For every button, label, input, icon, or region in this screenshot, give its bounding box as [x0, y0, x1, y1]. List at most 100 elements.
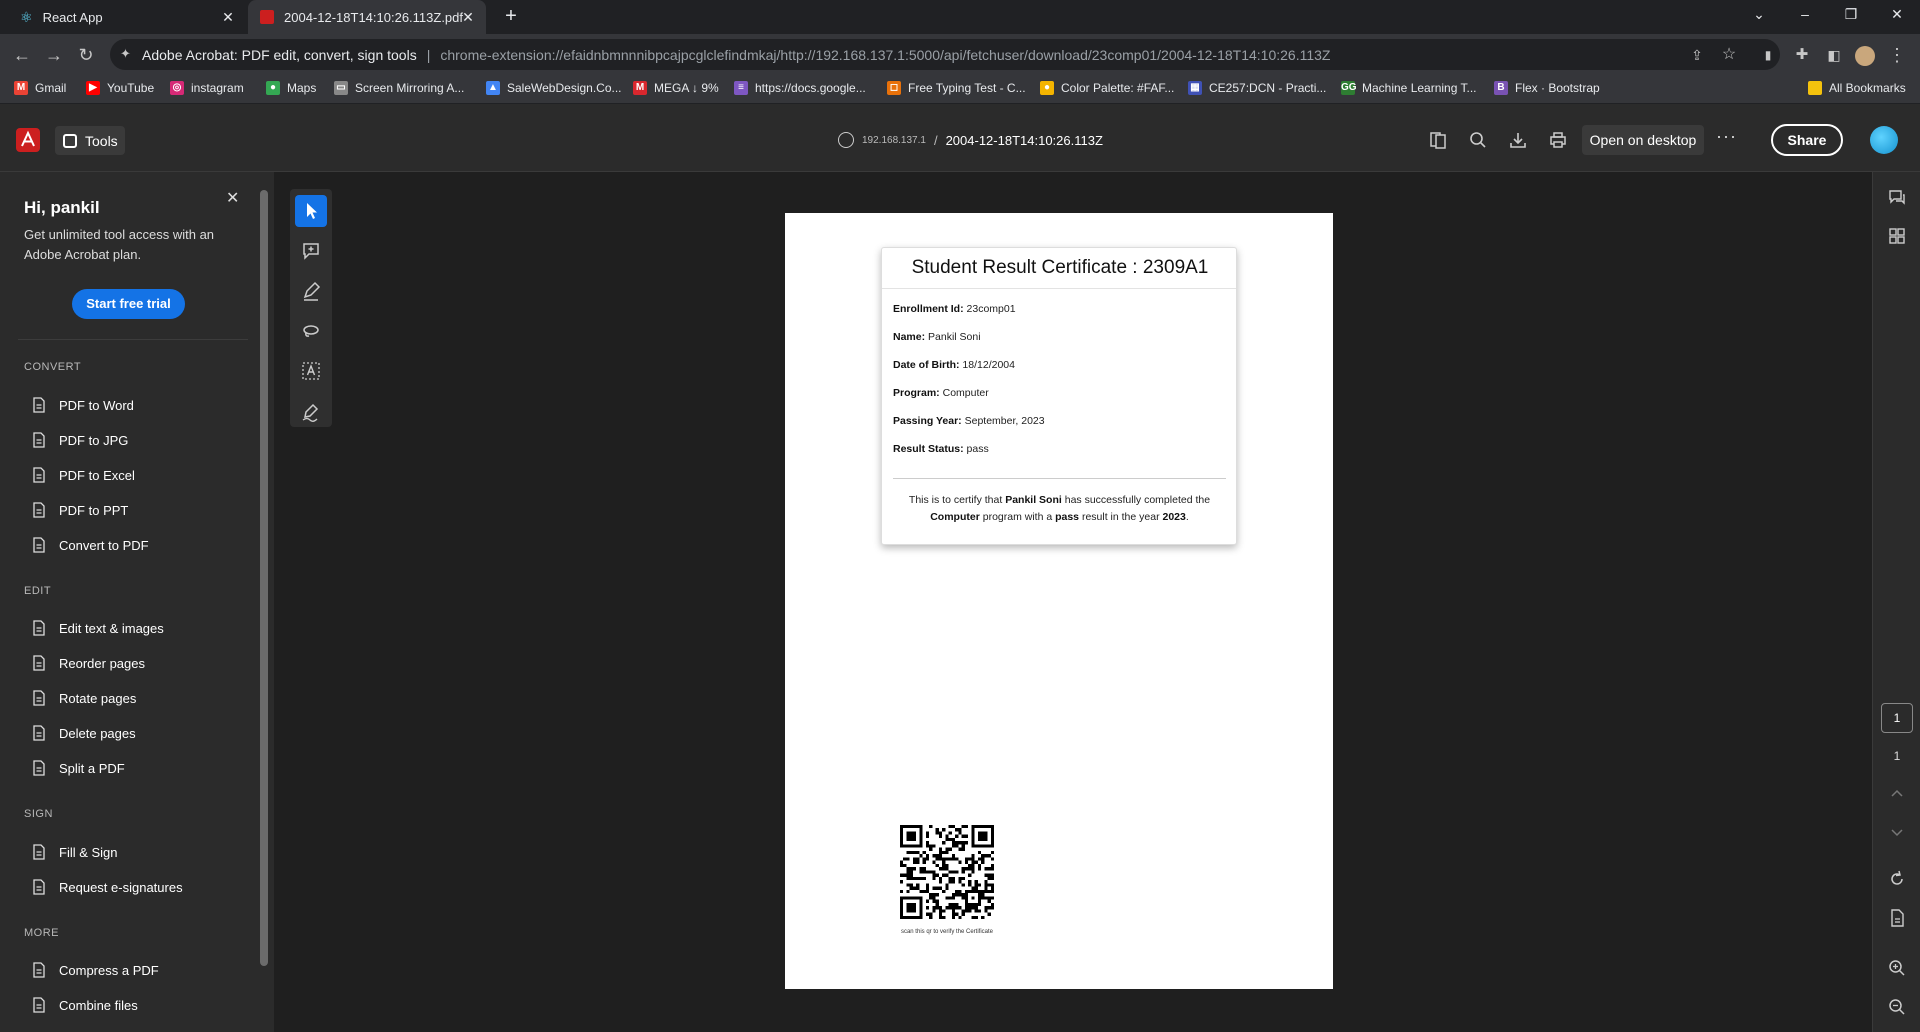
close-tab-icon[interactable]: ✕ [460, 9, 476, 25]
extension-icon[interactable]: ▮ [1756, 43, 1780, 67]
field-label: Result Status: [893, 443, 964, 455]
zoom-out-icon[interactable] [1887, 997, 1907, 1017]
section-edit: EDIT [24, 585, 52, 597]
back-button[interactable]: ← [10, 43, 34, 67]
tool-item-edit-1[interactable]: Reorder pages [30, 653, 145, 673]
tool-item-sign-1[interactable]: Request e-signatures [30, 877, 183, 897]
field-label: Program: [893, 387, 940, 399]
all-bookmarks-label: All Bookmarks [1829, 81, 1906, 95]
search-icon[interactable] [1468, 130, 1488, 150]
minimize-button[interactable]: – [1790, 6, 1820, 28]
divider [882, 288, 1236, 289]
field-value: September, 2023 [964, 415, 1045, 427]
zoom-in-icon[interactable] [1887, 958, 1907, 978]
side-panel-icon[interactable]: ◧ [1822, 43, 1846, 67]
bookmark-item[interactable]: ● Color Palette: #FAF... [1040, 81, 1174, 95]
sign-tool[interactable] [295, 395, 327, 427]
tool-document-icon [30, 759, 48, 777]
tab-search-icon[interactable]: ⌄ [1744, 6, 1774, 28]
forward-button[interactable]: → [42, 43, 66, 67]
tool-item-label: PDF to Word [59, 397, 134, 413]
tool-item-convert-4[interactable]: Convert to PDF [30, 535, 149, 555]
tool-item-convert-3[interactable]: PDF to PPT [30, 500, 128, 520]
tool-item-convert-1[interactable]: PDF to JPG [30, 430, 128, 450]
bookmark-favicon-icon: ▲ [486, 81, 500, 95]
rotate-icon[interactable] [1887, 869, 1907, 889]
open-on-desktop-button[interactable]: Open on desktop [1582, 125, 1704, 155]
bookmark-item[interactable]: ▭ Screen Mirroring A... [334, 81, 464, 95]
bookmark-item[interactable]: ◻ Free Typing Test - C... [887, 81, 1026, 95]
bookmark-item[interactable]: B Flex · Bootstrap [1494, 81, 1600, 95]
tab-react-app[interactable]: ⚛ React App ✕ [12, 0, 246, 34]
select-tool[interactable] [295, 195, 327, 227]
close-tab-icon[interactable]: ✕ [220, 9, 236, 25]
bookmark-item[interactable]: GG Machine Learning T... [1341, 81, 1477, 95]
tab-pdf[interactable]: 2004-12-18T14:10:26.113Z.pdf ✕ [248, 0, 486, 34]
bookmark-label: CE257:DCN - Practi... [1209, 81, 1327, 95]
bookmark-item[interactable]: M Gmail [14, 81, 66, 95]
bookmark-item[interactable]: ≡ https://docs.google... [734, 81, 866, 95]
tool-item-convert-0[interactable]: PDF to Word [30, 395, 134, 415]
address-bar[interactable]: ✦ Adobe Acrobat: PDF edit, convert, sign… [110, 39, 1780, 70]
bookmark-item[interactable]: M MEGA ↓ 9% [633, 81, 719, 95]
bookmark-star-icon[interactable]: ☆ [1717, 43, 1741, 67]
close-icon[interactable]: ✕ [226, 188, 239, 208]
start-free-trial-button[interactable]: Start free trial [72, 289, 185, 319]
tools-button[interactable]: Tools [55, 126, 125, 155]
bookmark-item[interactable]: ▦ CE257:DCN - Practi... [1188, 81, 1326, 95]
bookmark-favicon-icon: GG [1341, 81, 1357, 95]
tool-item-edit-3[interactable]: Delete pages [30, 723, 136, 743]
verification-qr-code [900, 825, 994, 919]
bookmark-item[interactable]: ▶ YouTube [86, 81, 154, 95]
reload-button[interactable]: ↻ [74, 43, 98, 67]
browser-menu-icon[interactable]: ⋮ [1885, 43, 1909, 67]
close-window-button[interactable]: ✕ [1882, 6, 1912, 28]
tool-item-sign-0[interactable]: Fill & Sign [30, 842, 118, 862]
field-value: pass [966, 443, 989, 455]
bookmark-item[interactable]: ● Maps [266, 81, 316, 95]
user-avatar[interactable] [1870, 126, 1898, 154]
statement-text: . [1185, 511, 1189, 523]
field-value: Computer [942, 387, 989, 399]
tool-item-edit-0[interactable]: Edit text & images [30, 618, 164, 638]
bookmark-item[interactable]: ◎ instagram [170, 81, 244, 95]
field-label: Name: [893, 331, 926, 343]
share-page-icon[interactable]: ⇪ [1685, 43, 1709, 67]
chevron-up-icon[interactable] [1887, 784, 1907, 804]
profile-avatar[interactable] [1853, 43, 1877, 67]
bookmark-favicon-icon: B [1494, 81, 1508, 95]
maximize-button[interactable]: ❐ [1836, 6, 1866, 28]
draw-tool[interactable] [295, 315, 327, 347]
scrollbar-thumb[interactable] [260, 190, 268, 966]
tool-item-edit-4[interactable]: Split a PDF [30, 758, 125, 778]
tool-item-edit-2[interactable]: Rotate pages [30, 688, 136, 708]
statement-program: Computer [930, 511, 980, 523]
chevron-down-icon[interactable] [1887, 822, 1907, 842]
acrobat-logo-icon[interactable] [16, 128, 40, 152]
bookmark-item[interactable]: ▲ SaleWebDesign.Co... [486, 81, 622, 95]
tool-document-icon [30, 654, 48, 672]
new-tab-button[interactable]: + [500, 6, 522, 28]
download-icon[interactable] [1508, 130, 1528, 150]
page-info-icon[interactable] [1887, 908, 1907, 928]
current-page-input[interactable]: 1 [1881, 703, 1913, 733]
more-options-button[interactable]: ··· [1716, 126, 1737, 147]
tool-item-label: Convert to PDF [59, 537, 149, 553]
tool-item-convert-2[interactable]: PDF to Excel [30, 465, 135, 485]
tool-item-more-1[interactable]: Combine files [30, 995, 138, 1015]
text-tool[interactable] [295, 355, 327, 387]
extensions-puzzle-icon[interactable]: ✚ [1790, 43, 1814, 67]
share-button[interactable]: Share [1771, 124, 1843, 156]
grid-view-icon[interactable] [1887, 226, 1907, 246]
bookmark-favicon-icon: ≡ [734, 81, 748, 95]
comment-tool[interactable] [295, 235, 327, 267]
section-more: MORE [24, 927, 59, 939]
all-bookmarks[interactable]: All Bookmarks [1808, 81, 1906, 95]
highlight-tool[interactable] [295, 275, 327, 307]
tool-item-label: Request e-signatures [59, 879, 183, 895]
panel-scrollbar[interactable] [258, 180, 270, 1025]
tool-item-more-0[interactable]: Compress a PDF [30, 960, 159, 980]
comments-icon[interactable] [1887, 188, 1907, 208]
page-thumbnails-icon[interactable] [1428, 130, 1448, 150]
print-icon[interactable] [1548, 130, 1568, 150]
